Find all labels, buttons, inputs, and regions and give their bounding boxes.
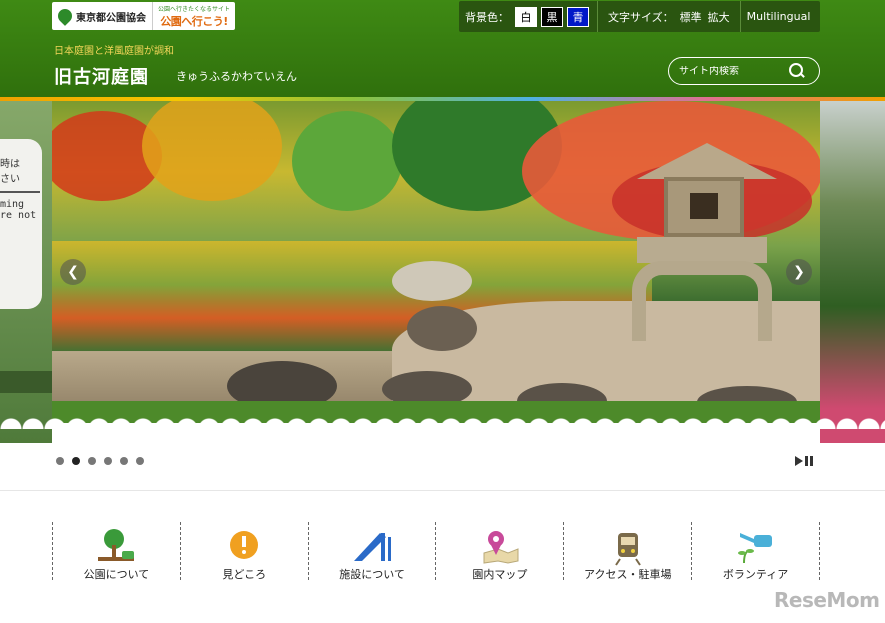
pager-dot[interactable] xyxy=(120,457,128,465)
play-icon[interactable] xyxy=(795,456,803,466)
nav-label: ボランティア xyxy=(722,568,789,581)
stone-lantern-legs xyxy=(632,261,772,341)
bg-color-label: 背景色： xyxy=(465,10,509,24)
nav-highlights[interactable]: 見どころ xyxy=(179,522,308,581)
logo-org-name: 東京都公園協会 xyxy=(76,12,146,24)
garden-photo[interactable] xyxy=(52,101,820,423)
notice-divider xyxy=(0,191,40,193)
pause-icon[interactable] xyxy=(805,456,813,466)
rock xyxy=(407,306,477,351)
nav-facilities[interactable]: 施設について xyxy=(307,522,436,581)
nav-label: 見どころ xyxy=(222,568,267,581)
green-shrub xyxy=(292,111,402,211)
toolbar-divider xyxy=(739,1,741,32)
site-tagline: 日本庭園と洋風庭園が調和 xyxy=(54,46,174,57)
train-icon xyxy=(614,533,641,566)
search-icon[interactable] xyxy=(789,63,805,79)
hero-carousel: 時は さい ming re not ❮ ❯ xyxy=(0,101,885,443)
font-standard-button[interactable]: 標準 xyxy=(680,9,702,25)
main-nav: 公園について 見どころ 施設について 園内マップ アクセス・駐車場 ボランティア xyxy=(52,522,820,581)
notice-text: さい xyxy=(0,174,20,185)
slide-icon xyxy=(354,533,392,561)
bg-black-button[interactable]: 黒 xyxy=(541,6,563,27)
pager-dot[interactable] xyxy=(56,457,64,465)
next-arrow-icon[interactable]: ❯ xyxy=(786,259,812,285)
search-input[interactable] xyxy=(679,65,789,77)
logo-box: 東京都公園協会 公園へ行きたくなるサイト 公園へ行こう! xyxy=(52,2,235,30)
pager-dot[interactable] xyxy=(104,457,112,465)
leaf-icon xyxy=(55,6,75,26)
nav-label: 公園について xyxy=(83,568,150,581)
pager-dot[interactable] xyxy=(88,457,96,465)
bg-white-button[interactable]: 白 xyxy=(515,6,537,27)
title-reading: きゅうふるかわていえん xyxy=(176,70,297,83)
nav-about-park[interactable]: 公園について xyxy=(52,522,180,581)
font-size-label: 文字サイズ： xyxy=(608,10,674,24)
slide-pager xyxy=(56,457,144,465)
notice-text: ming xyxy=(0,199,25,210)
pager-dot-active[interactable] xyxy=(72,457,80,465)
accessibility-toolbar: 背景色： 白 黒 青 文字サイズ： 標準 拡大 Multilingual xyxy=(459,1,820,32)
prev-arrow-icon[interactable]: ❮ xyxy=(60,259,86,285)
notice-text: re not xyxy=(0,210,37,221)
prev-slide-peek[interactable]: 時は さい ming re not xyxy=(0,101,52,443)
resemom-watermark: ReseMom xyxy=(774,588,880,612)
exclamation-badge-icon xyxy=(230,531,259,559)
tree-bench-icon xyxy=(98,529,135,561)
park-association-logo[interactable]: 東京都公園協会 xyxy=(52,2,153,30)
nav-access-parking[interactable]: アクセス・駐車場 xyxy=(563,522,691,581)
park-site-logo[interactable]: 公園へ行きたくなるサイト 公園へ行こう! xyxy=(153,2,235,30)
stone-lantern-base xyxy=(637,237,767,263)
logo-site-main: 公園へ行こう! xyxy=(160,14,228,28)
watering-can-icon xyxy=(737,533,772,564)
toolbar-divider xyxy=(597,1,598,32)
map-pin-icon xyxy=(483,531,519,564)
search-box xyxy=(668,57,820,85)
multilingual-link[interactable]: Multilingual xyxy=(747,10,811,23)
nav-label: 園内マップ xyxy=(472,568,528,581)
bg-blue-button[interactable]: 青 xyxy=(567,6,589,27)
peek-strip xyxy=(0,371,52,393)
next-slide-peek[interactable] xyxy=(820,101,885,443)
carousel-bottom-band xyxy=(52,423,820,443)
notice-text: 時は xyxy=(0,159,20,170)
yellow-foliage xyxy=(142,101,282,201)
rock xyxy=(392,261,472,301)
section-divider xyxy=(0,490,885,491)
font-large-button[interactable]: 拡大 xyxy=(708,9,730,25)
page-title[interactable]: 旧古河庭園 xyxy=(54,63,149,89)
nav-label: 施設について xyxy=(339,568,405,581)
site-header: 東京都公園協会 公園へ行きたくなるサイト 公園へ行こう! 背景色： 白 黒 青 … xyxy=(0,0,885,100)
stone-lantern-body xyxy=(664,177,744,237)
nav-volunteer[interactable]: ボランティア xyxy=(691,522,820,581)
nav-label: アクセス・駐車場 xyxy=(584,568,672,581)
autoplay-controls xyxy=(795,456,813,466)
nav-park-map[interactable]: 園内マップ xyxy=(435,522,563,581)
logo-site-sub: 公園へ行きたくなるサイト xyxy=(157,5,230,13)
notice-card: 時は さい ming re not xyxy=(0,139,42,309)
pager-dot[interactable] xyxy=(136,457,144,465)
